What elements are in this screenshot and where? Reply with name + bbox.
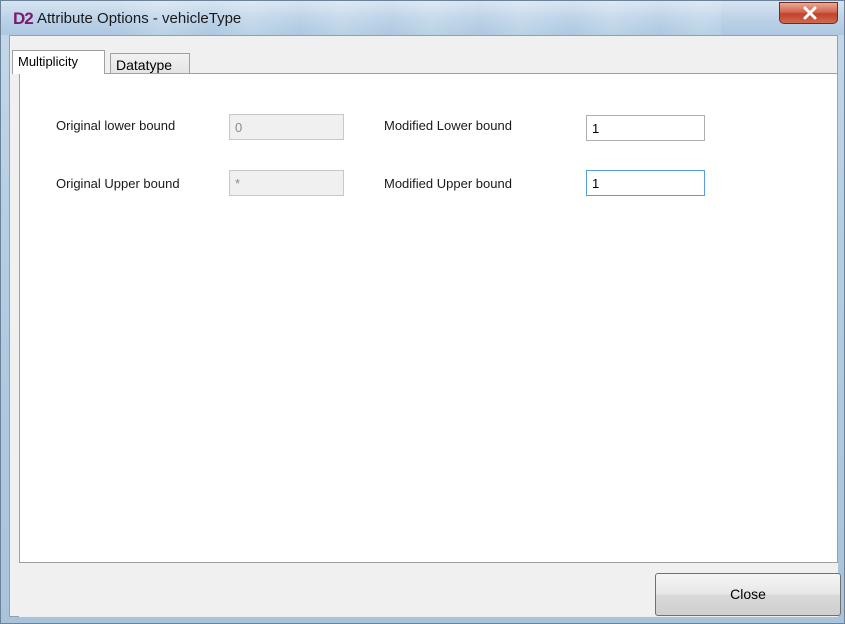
tab-multiplicity-label: Multiplicity: [18, 54, 78, 69]
modified-lower-bound-label: Modified Lower bound: [384, 118, 512, 133]
tab-datatype-label: Datatype: [116, 57, 173, 73]
modified-upper-bound-input[interactable]: 1: [586, 170, 705, 196]
tab-datatype[interactable]: Datatype: [110, 53, 190, 74]
app-logo: D2: [13, 9, 34, 28]
window-title: Attribute Options - vehicleType: [37, 10, 242, 27]
close-x-icon: [803, 6, 817, 20]
original-upper-bound-label: Original Upper bound: [56, 176, 180, 191]
original-lower-bound-label: Original lower bound: [56, 118, 176, 133]
attribute-options-window: D2 Attribute Options - vehicleType Multi…: [0, 0, 845, 624]
modified-upper-bound-label: Modified Upper bound: [384, 176, 512, 191]
original-lower-bound-field: 0: [229, 114, 344, 140]
title-bar[interactable]: D2 Attribute Options - vehicleType: [1, 1, 844, 35]
original-upper-bound-field: *: [229, 170, 344, 196]
window-close-button[interactable]: [779, 2, 838, 24]
close-button[interactable]: Close: [655, 573, 841, 616]
modified-lower-bound-input[interactable]: 1: [586, 115, 705, 141]
tab-multiplicity[interactable]: Multiplicity: [12, 50, 105, 74]
multiplicity-tab-page: [19, 73, 838, 563]
